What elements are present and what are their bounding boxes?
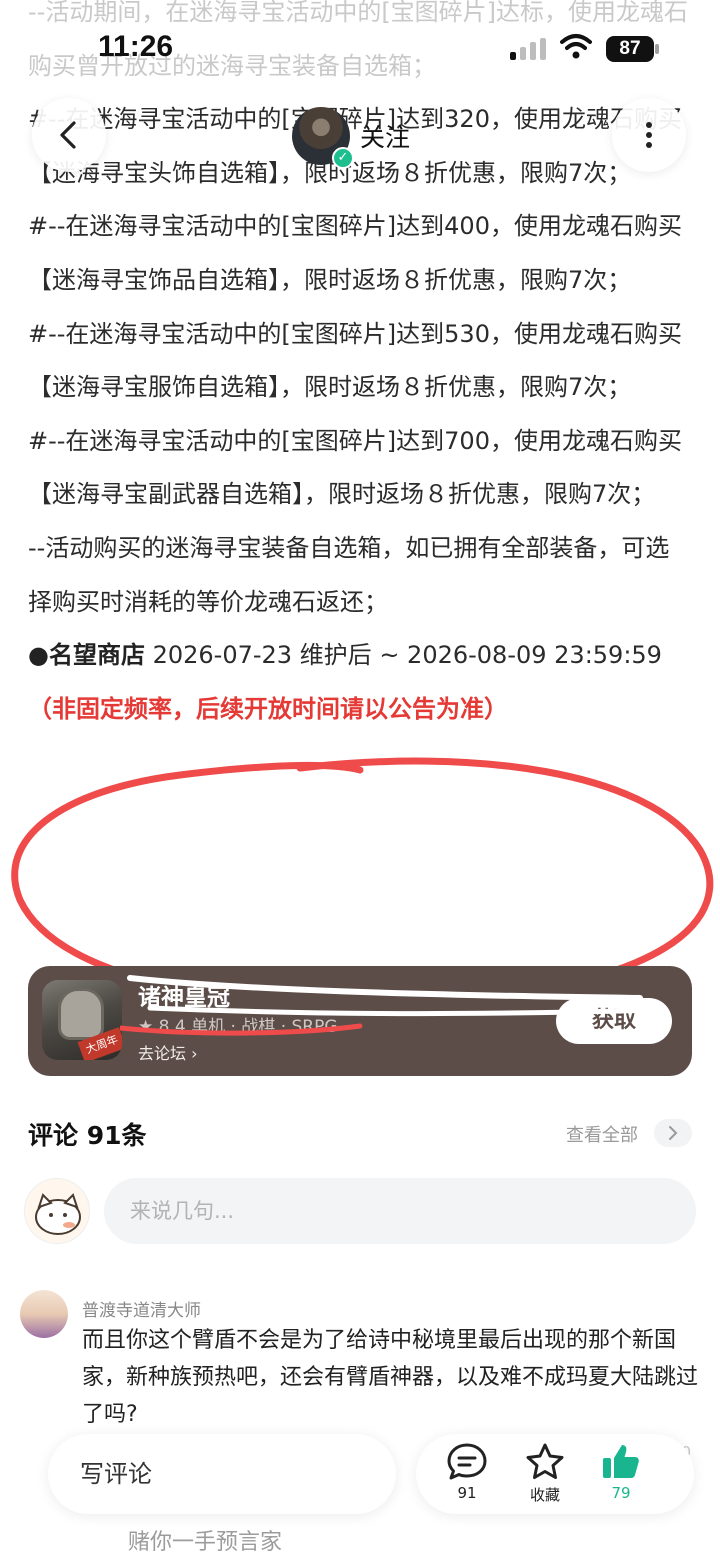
shop-dates: 2026-07-23 维护后 ~ 2026-08-09 23:59:59 xyxy=(144,641,662,670)
article-line: #--在迷海寻宝活动中的[宝图碎片]达到700，使用龙魂石购买【迷海寻宝副武器自… xyxy=(28,426,682,509)
more-options-button[interactable] xyxy=(612,98,686,172)
get-game-button[interactable]: 获取 xyxy=(556,998,672,1044)
collect-label: 收藏 xyxy=(529,1486,560,1504)
shop-note: （非固定频率，后续开放时间请以公告为准） xyxy=(28,694,508,723)
article-line: --活动购买的迷海寻宝装备自选箱，如已拥有全部装备，可选择购买时消耗的等价龙魂石… xyxy=(28,533,670,616)
comment-text: 而且你这个臂盾不会是为了给诗中秘境里最后出现的那个新国家，新种族预热吧，还会有臂… xyxy=(82,1328,699,1427)
battery-icon: 87 xyxy=(606,36,654,62)
signal-icon xyxy=(510,38,546,60)
chevron-right-icon xyxy=(669,1126,678,1140)
view-all-arrow-button[interactable] xyxy=(654,1119,692,1147)
chevron-left-icon xyxy=(60,121,76,149)
knight-helmet-icon xyxy=(58,988,104,1040)
status-time: 11:26 xyxy=(98,30,174,63)
wifi-icon xyxy=(560,34,592,59)
game-card[interactable]: 大周年 诸神皇冠 ★ 8.4 单机 · 战棋 · SRPG 去论坛 › 获取 xyxy=(28,966,692,1076)
game-name[interactable]: 诸神皇冠 xyxy=(138,978,230,1012)
shop-title: ●名望商店 xyxy=(28,641,145,670)
back-button[interactable] xyxy=(32,98,106,172)
comment-action[interactable]: 91 xyxy=(432,1442,502,1506)
comment-bubble-icon xyxy=(447,1443,487,1480)
comment-count: 91 xyxy=(457,1484,477,1502)
like-action[interactable]: 79 xyxy=(586,1442,656,1506)
verified-badge-icon: ✓ xyxy=(332,147,354,169)
shop-schedule: ●名望商店 2026-07-23 维护后 ~ 2026-08-09 23:59:… xyxy=(28,629,692,736)
author-follow[interactable]: ✓ 关注 xyxy=(292,104,410,169)
more-vertical-icon xyxy=(646,122,652,148)
follow-button[interactable]: 关注 xyxy=(360,118,410,154)
reply-preview: 赌你一手预言家 xyxy=(128,1530,283,1555)
comments-title: 评论 91条 xyxy=(28,1121,147,1150)
view-all-link[interactable]: 查看全部 xyxy=(566,1121,638,1147)
comment-username[interactable]: 普渡寺道清大师 xyxy=(82,1296,201,1321)
action-bar: 91 收藏 79 xyxy=(416,1434,694,1514)
cat-avatar-icon xyxy=(35,1193,81,1235)
battery-tip xyxy=(655,44,659,54)
commenter-avatar[interactable] xyxy=(20,1290,68,1338)
game-icon[interactable]: 大周年 xyxy=(42,980,122,1060)
chevron-right-icon: › xyxy=(191,1044,198,1063)
write-comment-button[interactable]: 写评论 xyxy=(48,1434,396,1514)
collect-action[interactable]: 收藏 xyxy=(510,1442,580,1506)
game-meta: ★ 8.4 单机 · 战棋 · SRPG xyxy=(138,1017,338,1037)
status-bar: 11:26 87 xyxy=(0,0,720,96)
thumbs-up-icon xyxy=(603,1445,639,1478)
article-line: #--在迷海寻宝活动中的[宝图碎片]达到530，使用龙魂石购买【迷海寻宝服饰自选… xyxy=(28,319,682,402)
my-avatar[interactable] xyxy=(24,1178,90,1244)
article-line: #--在迷海寻宝活动中的[宝图碎片]达到400，使用龙魂石购买【迷海寻宝饰品自选… xyxy=(28,212,682,294)
author-avatar[interactable]: ✓ xyxy=(292,107,354,169)
star-icon xyxy=(526,1443,564,1479)
forum-link[interactable]: 去论坛 › xyxy=(138,1040,198,1064)
forum-link-label: 去论坛 xyxy=(138,1044,187,1063)
comment-input[interactable] xyxy=(104,1178,696,1244)
like-count: 79 xyxy=(611,1484,631,1502)
